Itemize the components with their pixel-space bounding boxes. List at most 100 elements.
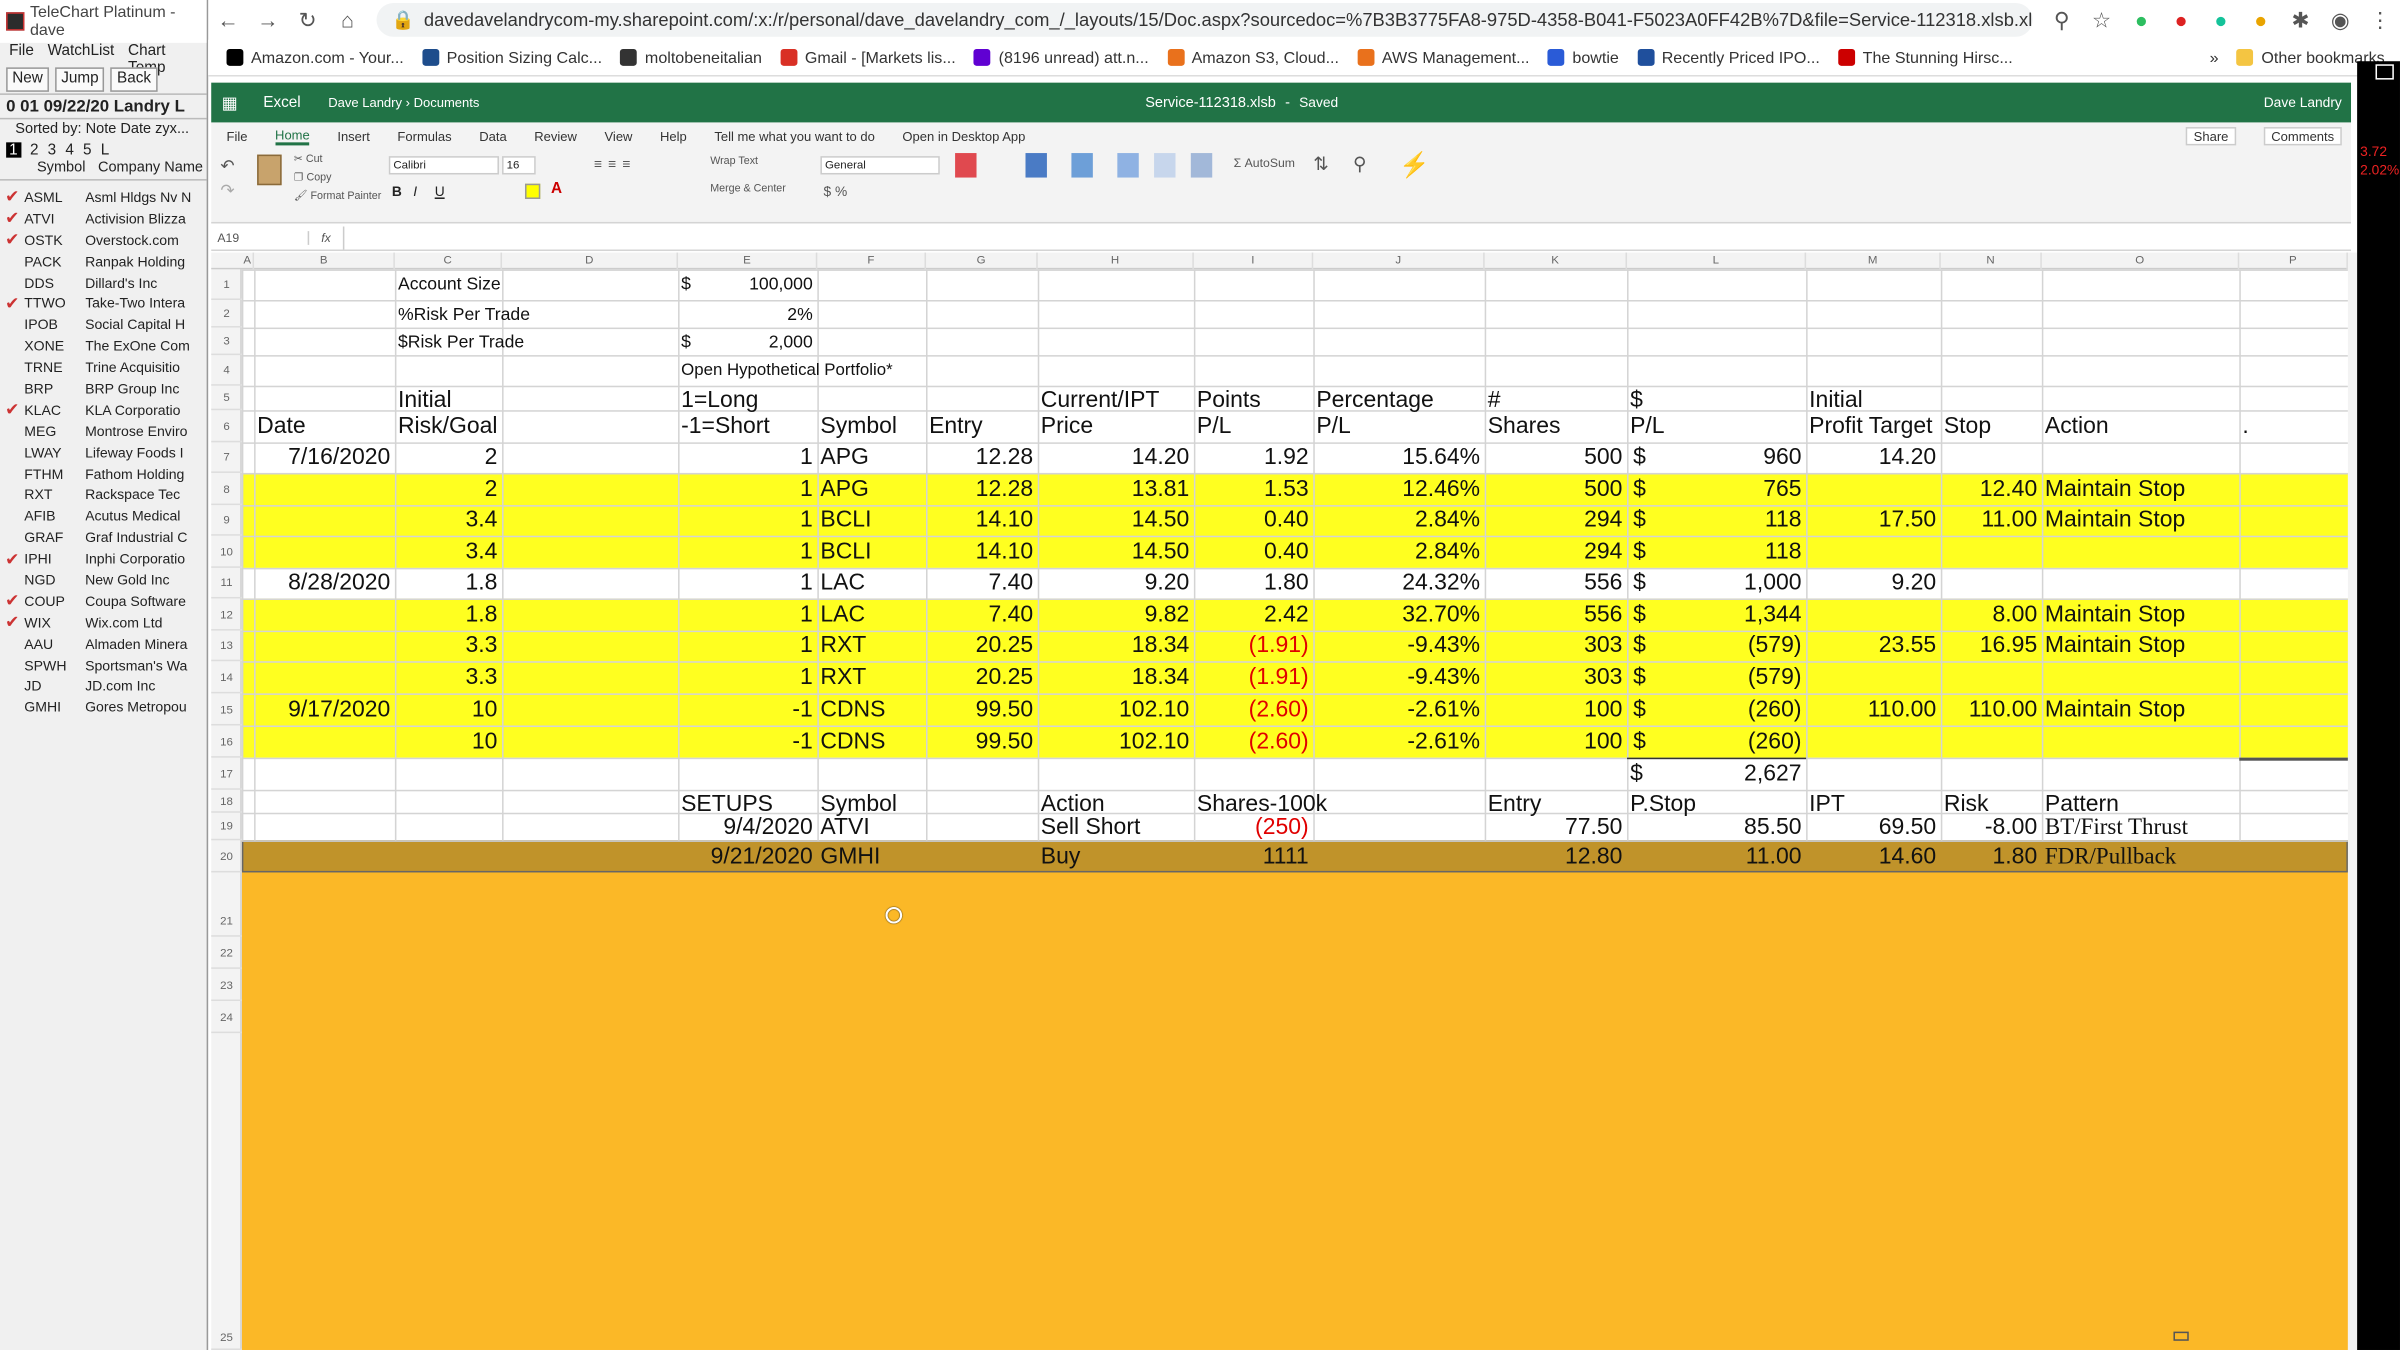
sheet-cell[interactable]: 9.82: [1041, 599, 1190, 630]
sheet-cell[interactable]: 3.3: [398, 662, 498, 693]
column-header[interactable]: H: [1038, 252, 1194, 270]
sheet-cell[interactable]: 20.25: [929, 662, 1033, 693]
sheet-cell[interactable]: 1: [681, 568, 813, 599]
risk-dollar-label[interactable]: $Risk Per Trade: [398, 328, 524, 359]
merge-center-button[interactable]: Merge & Center: [710, 184, 786, 195]
sheet-cell[interactable]: (1.91): [1197, 631, 1309, 662]
sheet-cell[interactable]: 303: [1488, 631, 1622, 662]
setup-pattern[interactable]: BT/First Thrust: [2045, 813, 2343, 844]
sheet-cell[interactable]: 12.80: [1488, 841, 1622, 872]
formula-input[interactable]: [342, 226, 2351, 250]
sheet-cell[interactable]: 1.8: [398, 599, 498, 630]
color-extension-icon[interactable]: ●: [2241, 8, 2281, 32]
sheet-cell[interactable]: 99.50: [929, 726, 1033, 757]
setup-date[interactable]: 9/4/2020: [681, 813, 812, 844]
column-header[interactable]: G: [926, 252, 1038, 270]
watchlist-row[interactable]: AFIB Acutus Medical: [0, 506, 207, 527]
column-header[interactable]: O: [2042, 252, 2240, 270]
sheet-cell[interactable]: 102.10: [1041, 694, 1189, 725]
tab-file[interactable]: File: [227, 129, 248, 144]
sheet-cell[interactable]: 2: [398, 474, 498, 505]
sheet-cell[interactable]: 9.20: [1041, 568, 1190, 599]
row-header[interactable]: 17: [211, 758, 242, 790]
trade-action[interactable]: Maintain Stop: [2045, 599, 2235, 630]
insert-cells-button[interactable]: [1117, 153, 1139, 178]
redo-icon[interactable]: ↷: [220, 181, 234, 200]
setup-action[interactable]: Sell Short: [1041, 813, 1189, 844]
sheet-cell[interactable]: 1.80: [1197, 568, 1309, 599]
fill-color-button[interactable]: [524, 183, 541, 199]
bookmark-ipo[interactable]: Recently Priced IPO...: [1637, 48, 1820, 67]
tab-view[interactable]: View: [604, 129, 632, 144]
column-company[interactable]: Company Name: [98, 159, 203, 179]
column-header[interactable]: F: [817, 252, 927, 270]
breadcrumb-folder[interactable]: Documents: [414, 95, 480, 110]
home-icon[interactable]: ⌂: [328, 8, 368, 32]
sheet-cell[interactable]: 18.34: [1041, 631, 1189, 662]
watchlist-row[interactable]: RXT Rackspace Tec: [0, 484, 207, 505]
sheet-cell[interactable]: 2.42: [1197, 599, 1309, 630]
breadcrumb-user[interactable]: Dave Landry: [328, 95, 402, 110]
setup-symbol[interactable]: ATVI: [820, 813, 921, 844]
sheet-cell[interactable]: 13.81: [1041, 474, 1189, 505]
page-tab[interactable]: 1: [6, 142, 21, 159]
excel-app-name[interactable]: Excel: [263, 94, 300, 111]
sheet-cell[interactable]: 99.50: [929, 694, 1033, 725]
sheet-cell[interactable]: 14.10: [929, 505, 1033, 536]
bookmark-hirsch[interactable]: The Stunning Hirsc...: [1838, 48, 2013, 67]
worksheet-grid[interactable]: Account Size $100,000 %Risk Per Trade 2% $Ri…: [241, 269, 2348, 1350]
bookmark-yahoo-mail[interactable]: (8196 unread) att.n...: [974, 48, 1149, 67]
column-title[interactable]: Shares: [1488, 411, 1623, 442]
column-header[interactable]: K: [1485, 252, 1628, 270]
sheet-cell[interactable]: 1: [681, 474, 813, 505]
sheet-cell[interactable]: 14.50: [1041, 536, 1189, 567]
setup-pattern[interactable]: FDR/Pullback: [2045, 841, 2343, 872]
watchlist-row[interactable]: NGD New Gold Inc: [0, 569, 207, 590]
open-desktop-button[interactable]: Open in Desktop App: [902, 129, 1025, 144]
sheet-cell[interactable]: 1: [681, 662, 813, 693]
row-header[interactable]: 6: [211, 410, 242, 443]
column-title[interactable]: .: [2242, 411, 2343, 442]
tab-home[interactable]: Home: [275, 127, 310, 146]
bookmark-moltobene[interactable]: moltobeneitalian: [620, 48, 762, 67]
extensions-icon[interactable]: ✱: [2281, 7, 2321, 33]
sheet-cell[interactable]: 1: [681, 442, 813, 473]
row-header[interactable]: 18: [211, 790, 242, 813]
jump-button[interactable]: Jump: [55, 66, 105, 92]
sheet-cell[interactable]: 8.00: [1944, 599, 2038, 630]
forward-arrow-icon[interactable]: →: [248, 8, 288, 32]
sheet-cell[interactable]: 11.00: [1944, 505, 2037, 536]
autosum-button[interactable]: Σ AutoSum: [1234, 156, 1295, 170]
sheet-cell[interactable]: 1: [681, 536, 813, 567]
watchlist-row[interactable]: ✔ WIX Wix.com Ltd: [0, 612, 207, 633]
vivaldi-extension-icon[interactable]: ●: [2161, 8, 2201, 32]
sheet-cell[interactable]: -1: [681, 694, 812, 725]
sheet-cell[interactable]: 0.40: [1197, 536, 1309, 567]
currency-button[interactable]: $ %: [823, 184, 847, 199]
watchlist-row[interactable]: MEG Montrose Enviro: [0, 421, 207, 442]
sheet-cell[interactable]: 7.40: [929, 599, 1033, 630]
sheet-cell[interactable]: 100: [1488, 694, 1622, 725]
sheet-cell[interactable]: 0.40: [1197, 505, 1309, 536]
row-header[interactable]: 10: [211, 536, 242, 568]
row-header[interactable]: 1: [211, 269, 242, 300]
trade-pl[interactable]: (579): [1630, 631, 1802, 662]
trade-symbol[interactable]: CDNS: [820, 726, 921, 757]
sheet-cell[interactable]: 1111: [1197, 841, 1309, 872]
trade-action[interactable]: Maintain Stop: [2045, 694, 2235, 725]
trade-pl[interactable]: 1,000: [1630, 568, 1801, 599]
row-header[interactable]: 15: [211, 693, 242, 726]
column-title[interactable]: Symbol: [820, 411, 921, 442]
setup-action[interactable]: Buy: [1041, 841, 1189, 872]
sheet-cell[interactable]: 110.00: [1944, 694, 2038, 725]
sheet-cell[interactable]: 556: [1488, 599, 1622, 630]
setup-symbol[interactable]: GMHI: [820, 841, 921, 872]
watchlist-row[interactable]: PACK Ranpak Holding: [0, 251, 207, 272]
sheet-cell[interactable]: 1.53: [1197, 474, 1309, 505]
watchlist-row[interactable]: BRP BRP Group Inc: [0, 378, 207, 399]
evernote-extension-icon[interactable]: ●: [2121, 8, 2161, 32]
trade-pl[interactable]: (579): [1630, 662, 1802, 693]
sheet-cell[interactable]: 1.8: [398, 568, 498, 599]
risk-pct-value[interactable]: 2%: [681, 300, 812, 331]
tell-me-search[interactable]: Tell me what you want to do: [714, 129, 875, 144]
